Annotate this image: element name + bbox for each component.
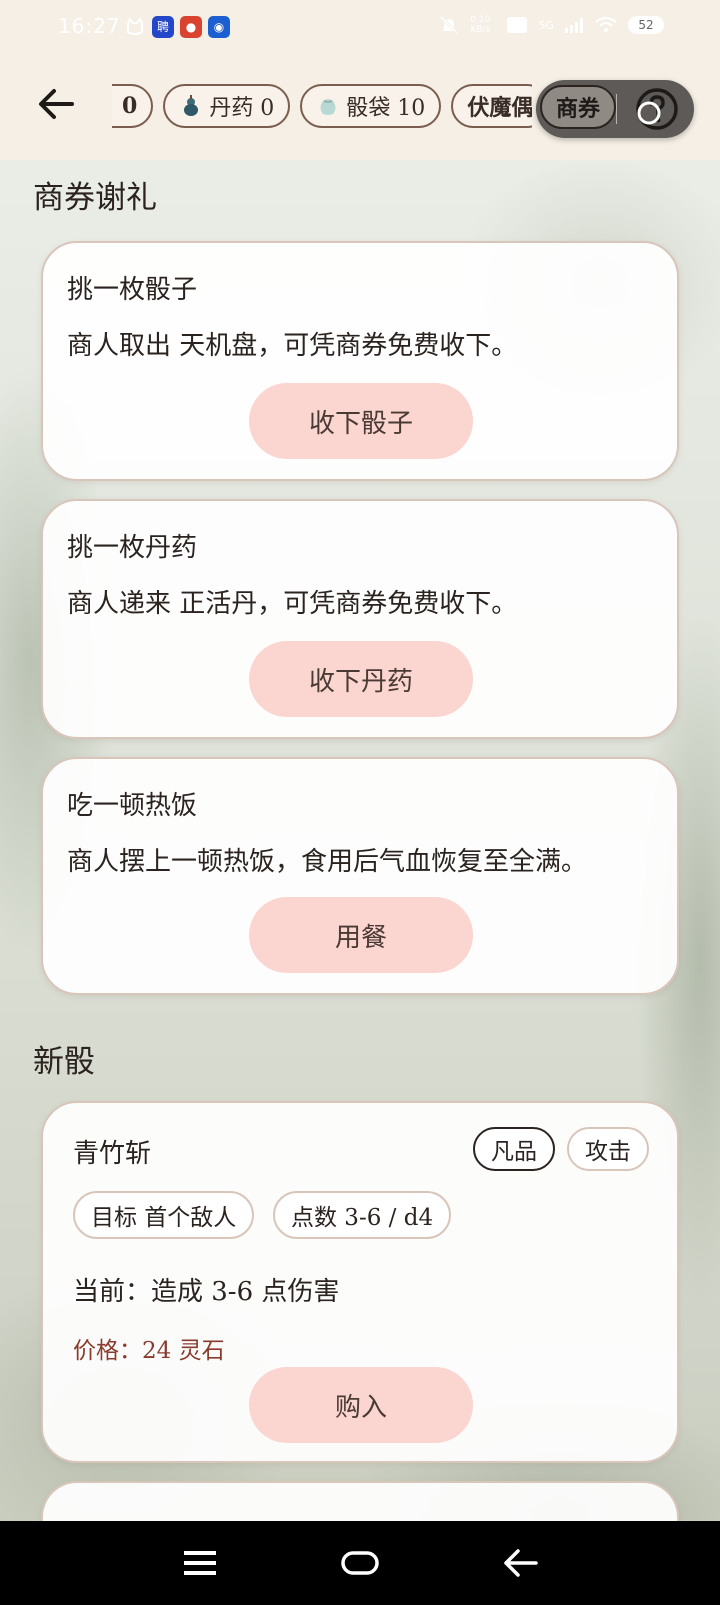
current-effect: 当前：造成 3-6 点伤害 [73, 1277, 340, 1307]
toolbar-divider [616, 94, 617, 124]
cat-app-icon [124, 16, 146, 38]
home-icon[interactable] [340, 1543, 380, 1583]
net-speed: 0.10 KB/s [470, 15, 491, 35]
gift-card-title: 吃一顿热饭 [67, 791, 198, 821]
rarity-tag: 凡品 [473, 1127, 555, 1171]
red-app-icon: ● [180, 16, 202, 38]
coupon-toolbar: 商券 [536, 80, 694, 138]
dice-name: 青竹斩 [73, 1139, 152, 1169]
battery-indicator: 52 [628, 16, 664, 34]
gift-card-meal: 吃一顿热饭 商人摆上一顿热饭，食用后气血恢复至全满。 用餐 [41, 757, 679, 995]
target-tag: 目标 首个敌人 [73, 1191, 255, 1239]
back-nav-icon[interactable] [500, 1543, 540, 1583]
counter-chip[interactable]: 0 [112, 84, 154, 128]
arrow-left-icon [39, 89, 74, 119]
gift-card-desc: 商人摆上一顿热饭，食用后气血恢复至全满。 [67, 847, 588, 877]
question-circle-icon [636, 88, 678, 130]
gift-card-title: 挑一枚丹药 [67, 533, 198, 563]
new-dice-section-title: 新骰 [33, 1044, 95, 1080]
gift-card-desc: 商人递来 正活丹，可凭商券免费收下。 [67, 589, 518, 619]
puppet-chip[interactable]: 伏魔偶 [451, 84, 532, 128]
signal-bars-icon [565, 18, 583, 33]
mute-bell-icon [440, 15, 459, 35]
resource-chips[interactable]: 0 丹药 0 骰袋 10 伏魔偶 [112, 84, 532, 132]
pill-chip[interactable]: 丹药 0 [163, 84, 291, 128]
dice-pouch-chip[interactable]: 骰袋 10 [300, 84, 442, 128]
status-bar: 16:27 聘 ● ◉ 0.10 KB/s 5G 52 [0, 0, 720, 56]
status-indicators: 0.10 KB/s 5G 52 [438, 14, 664, 36]
status-time: 16:27 [58, 14, 121, 38]
eat-meal-button[interactable]: 用餐 [249, 897, 473, 973]
signal-label: 5G [538, 18, 554, 32]
dice-shop-card: 青竹斩 凡品 攻击 目标 首个敌人 点数 3-6 / d4 当前：造成 3-6 … [41, 1101, 679, 1463]
help-button[interactable] [634, 86, 680, 132]
type-tag: 攻击 [567, 1127, 649, 1171]
price-label: 价格：24 灵石 [73, 1338, 225, 1364]
gourd-icon [184, 95, 199, 116]
coupon-chip[interactable]: 商券 [540, 85, 617, 129]
take-pill-button[interactable]: 收下丹药 [249, 641, 473, 717]
pouch-icon [320, 99, 336, 115]
bank-app-icon: ◉ [208, 16, 230, 38]
back-button[interactable] [34, 82, 78, 126]
gift-card-title: 挑一枚骰子 [67, 275, 198, 305]
gift-card-desc: 商人取出 天机盘，可凭商券免费收下。 [67, 331, 518, 361]
gift-card-dice: 挑一枚骰子 商人取出 天机盘，可凭商券免费收下。 收下骰子 [41, 241, 679, 481]
wifi-icon [595, 17, 617, 32]
gifts-section-title: 商券谢礼 [33, 180, 157, 216]
take-dice-button[interactable]: 收下骰子 [249, 383, 473, 459]
system-nav-bar [0, 1521, 720, 1605]
blue-app-icon: 聘 [152, 16, 174, 38]
menu-icon[interactable] [180, 1543, 220, 1583]
buy-button[interactable]: 购入 [249, 1367, 473, 1443]
top-bar: 0 丹药 0 骰袋 10 伏魔偶 商券 [0, 56, 720, 160]
points-tag: 点数 3-6 / d4 [273, 1191, 452, 1239]
status-app-icons: 聘 ● ◉ [124, 16, 230, 38]
gift-card-pill: 挑一枚丹药 商人递来 正活丹，可凭商券免费收下。 收下丹药 [41, 499, 679, 739]
hd-icon [507, 17, 528, 33]
